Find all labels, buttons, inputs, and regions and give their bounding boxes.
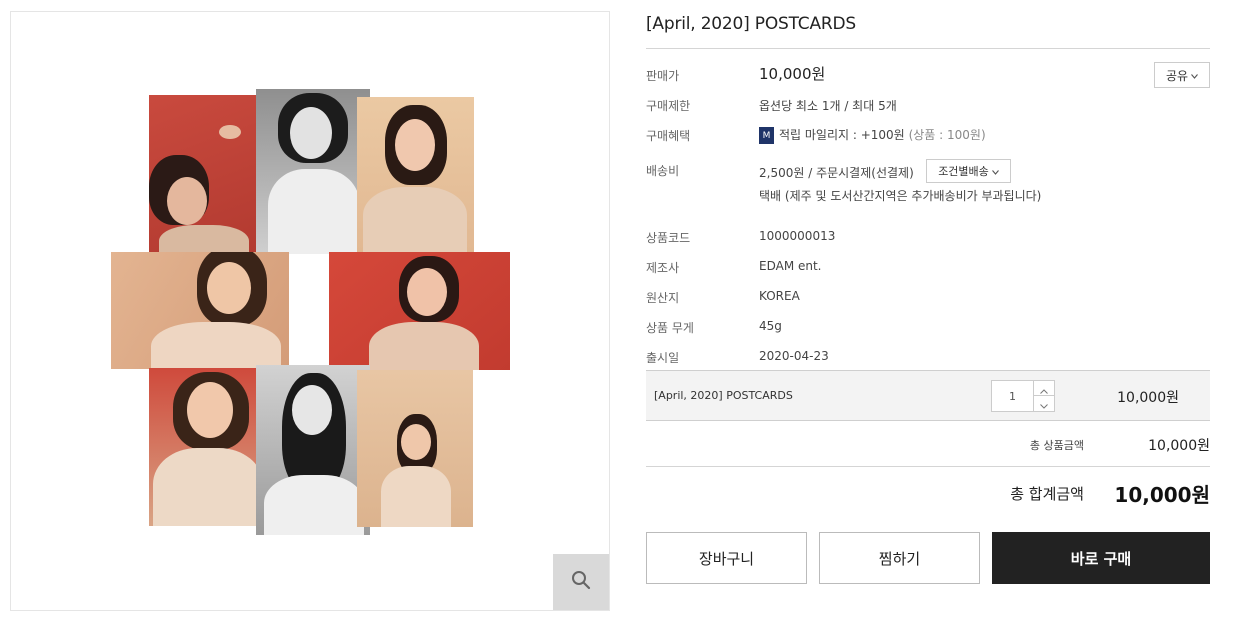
search-icon <box>571 570 591 594</box>
release-label: 출시일 <box>646 351 680 365</box>
subtotal-value: 10,000원 <box>1148 438 1210 454</box>
benefit-note: (상품 : 100원) <box>908 128 986 142</box>
product-image-viewer[interactable] <box>10 11 610 611</box>
shipping-value: 2,500원 / 주문시결제(선결제) <box>759 166 914 180</box>
weight-value: 45g <box>759 319 782 333</box>
shipping-label: 배송비 <box>646 164 680 178</box>
benefit-text: 적립 마일리지 : +100원 <box>779 128 905 142</box>
grand-total-value: 10,000원 <box>1114 483 1210 507</box>
subtotal-label: 총 상품금액 <box>1029 439 1084 452</box>
code-value: 1000000013 <box>759 229 836 243</box>
option-name: [April, 2020] POSTCARDS <box>654 389 793 402</box>
postcard-photo <box>149 368 267 526</box>
benefit-label: 구매혜택 <box>646 129 691 143</box>
maker-label: 제조사 <box>646 261 680 275</box>
limit-value: 옵션당 최소 1개 / 최대 5개 <box>759 99 897 113</box>
postcard-photo <box>357 97 474 253</box>
divider <box>646 48 1210 49</box>
postcard-photo <box>357 370 473 527</box>
postcard-photo <box>256 89 370 254</box>
weight-label: 상품 무게 <box>646 321 694 335</box>
product-info-panel: [April, 2020] POSTCARDS 판매가 10,000원 공유 구… <box>646 0 1210 618</box>
wishlist-button[interactable]: 찜하기 <box>819 532 980 584</box>
postcard-photo <box>111 252 289 369</box>
option-price: 10,000원 <box>1117 390 1179 406</box>
mileage-badge-icon: M <box>759 127 774 144</box>
divider <box>646 466 1210 467</box>
chevron-down-icon <box>1040 394 1048 413</box>
selected-option-row: [April, 2020] POSTCARDS 10,000원 <box>646 370 1210 421</box>
shipping-condition-label: 조건별배송 <box>938 165 989 178</box>
postcard-photo <box>256 365 370 535</box>
add-to-cart-button[interactable]: 장바구니 <box>646 532 807 584</box>
zoom-button[interactable] <box>553 554 609 610</box>
buy-now-button[interactable]: 바로 구매 <box>992 532 1210 584</box>
share-button[interactable]: 공유 <box>1154 62 1210 88</box>
maker-value: EDAM ent. <box>759 259 822 273</box>
shipping-note: 택배 (제주 및 도서산간지역은 추가배송비가 부과됩니다) <box>759 189 1042 203</box>
code-label: 상품코드 <box>646 231 691 245</box>
release-value: 2020-04-23 <box>759 349 829 363</box>
quantity-stepper[interactable] <box>991 380 1055 412</box>
price-label: 판매가 <box>646 69 680 83</box>
chevron-down-icon <box>1191 68 1198 82</box>
postcard-photo <box>329 252 510 370</box>
quantity-input[interactable] <box>992 381 1034 411</box>
shipping-condition-button[interactable]: 조건별배송 <box>926 159 1011 183</box>
grand-total-label: 총 합계금액 <box>1010 485 1084 503</box>
origin-label: 원산지 <box>646 291 680 305</box>
origin-value: KOREA <box>759 289 800 303</box>
benefit-value: M 적립 마일리지 : +100원 (상품 : 100원) <box>759 126 986 144</box>
share-label: 공유 <box>1165 68 1189 83</box>
price-value: 10,000원 <box>759 65 826 83</box>
quantity-decrease-button[interactable] <box>1034 396 1054 411</box>
postcard-photo <box>149 95 267 253</box>
product-title: [April, 2020] POSTCARDS <box>646 14 857 34</box>
chevron-down-icon <box>991 165 999 178</box>
limit-label: 구매제한 <box>646 99 691 113</box>
